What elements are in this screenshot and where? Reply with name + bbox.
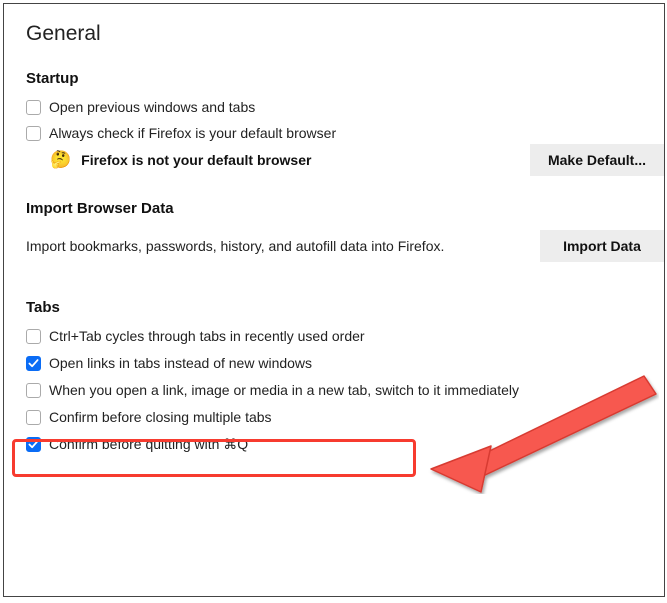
thinking-face-icon: 🤔 — [50, 151, 71, 168]
checkbox-check-default-browser[interactable] — [26, 126, 41, 141]
option-open-previous[interactable]: Open previous windows and tabs — [26, 99, 664, 115]
make-default-button[interactable]: Make Default... — [530, 144, 664, 176]
label-links-in-tabs: Open links in tabs instead of new window… — [49, 355, 312, 371]
checkbox-switch-immediately[interactable] — [26, 383, 41, 398]
label-open-previous: Open previous windows and tabs — [49, 99, 255, 115]
option-check-default-browser[interactable]: Always check if Firefox is your default … — [26, 125, 664, 141]
option-links-in-tabs[interactable]: Open links in tabs instead of new window… — [26, 355, 664, 371]
startup-section: Startup Open previous windows and tabs A… — [26, 70, 664, 168]
default-browser-status-text: Firefox is not your default browser — [81, 152, 311, 168]
checkbox-confirm-close-tabs[interactable] — [26, 410, 41, 425]
label-check-default-browser: Always check if Firefox is your default … — [49, 125, 336, 141]
checkbox-links-in-tabs[interactable] — [26, 356, 41, 371]
import-data-button[interactable]: Import Data — [540, 230, 664, 262]
import-row: Import bookmarks, passwords, history, an… — [26, 229, 664, 263]
startup-heading: Startup — [26, 70, 664, 87]
option-confirm-close-tabs[interactable]: Confirm before closing multiple tabs — [26, 409, 664, 425]
import-description: Import bookmarks, passwords, history, an… — [26, 238, 444, 254]
checkbox-ctrltab-cycle[interactable] — [26, 329, 41, 344]
label-confirm-quit: Confirm before quitting with ⌘Q — [49, 436, 248, 453]
label-ctrltab-cycle: Ctrl+Tab cycles through tabs in recently… — [49, 328, 365, 344]
default-browser-status-row: 🤔 Firefox is not your default browser Ma… — [26, 151, 664, 168]
tabs-heading: Tabs — [26, 299, 664, 316]
tabs-options: Ctrl+Tab cycles through tabs in recently… — [26, 328, 664, 453]
option-switch-immediately[interactable]: When you open a link, image or media in … — [26, 382, 664, 398]
general-settings-panel: General Startup Open previous windows an… — [3, 3, 665, 597]
label-switch-immediately: When you open a link, image or media in … — [49, 382, 519, 398]
option-ctrltab-cycle[interactable]: Ctrl+Tab cycles through tabs in recently… — [26, 328, 664, 344]
option-confirm-quit[interactable]: Confirm before quitting with ⌘Q — [26, 436, 664, 453]
label-confirm-close-tabs: Confirm before closing multiple tabs — [49, 409, 272, 425]
import-section: Import Browser Data Import bookmarks, pa… — [26, 200, 664, 263]
checkbox-confirm-quit[interactable] — [26, 437, 41, 452]
import-heading: Import Browser Data — [26, 200, 664, 217]
checkbox-open-previous[interactable] — [26, 100, 41, 115]
tabs-section: Tabs Ctrl+Tab cycles through tabs in rec… — [26, 299, 664, 453]
page-title: General — [26, 22, 664, 46]
